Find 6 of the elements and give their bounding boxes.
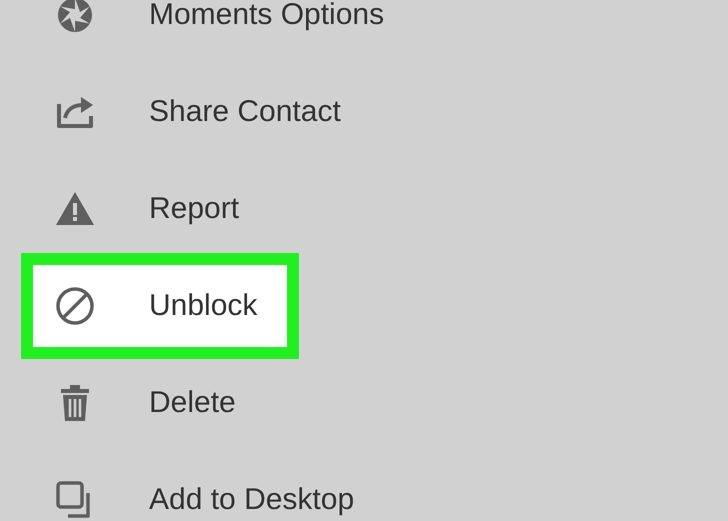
menu-item[interactable]: Add to Desktop bbox=[21, 451, 396, 521]
aperture-icon bbox=[55, 0, 95, 34]
menu-item[interactable]: Share Contact bbox=[21, 63, 383, 160]
menu-item[interactable]: Unblock bbox=[21, 252, 300, 358]
menu-item[interactable]: Moments Options bbox=[21, 0, 426, 63]
block-icon bbox=[55, 286, 95, 326]
